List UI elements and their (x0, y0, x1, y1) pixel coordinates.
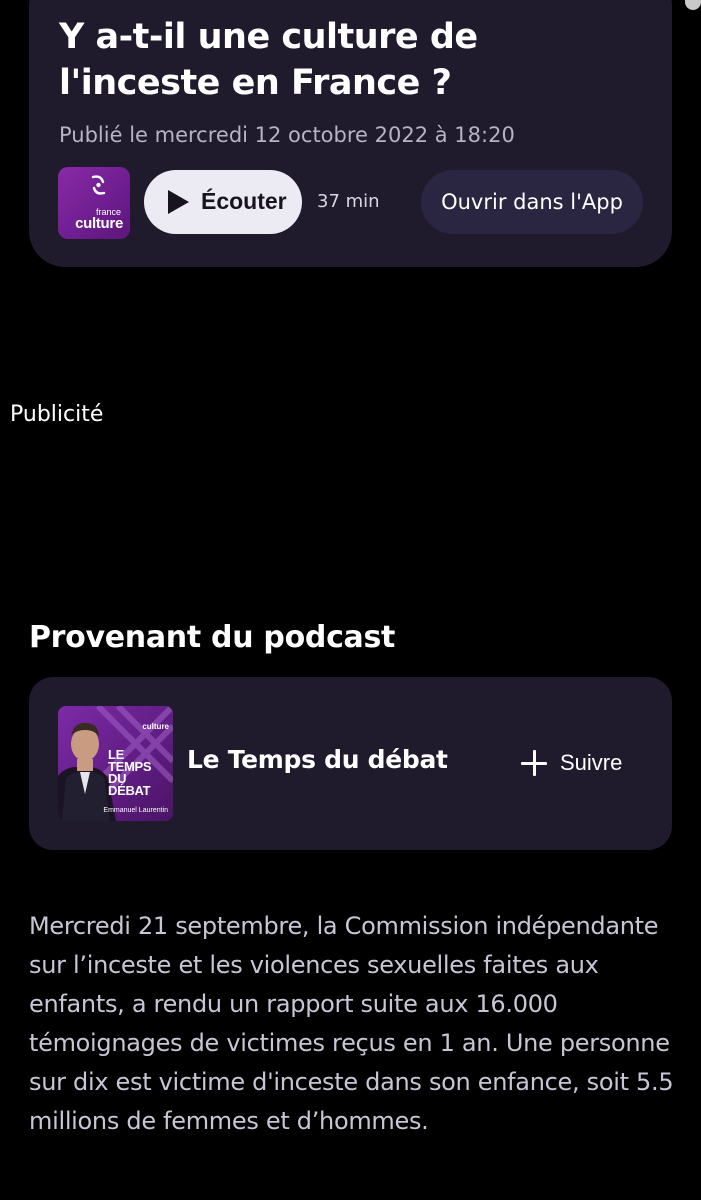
logo-big-text: culture (75, 215, 123, 232)
episode-card: Y a-t-il une culture de l'inceste en Fra… (29, 0, 672, 267)
scrollbar-thumb[interactable] (685, 0, 701, 10)
listen-button[interactable]: Écouter (144, 170, 302, 234)
follow-button[interactable]: Suivre (509, 735, 649, 791)
podcast-cover-image[interactable]: culture LE TEMPS DU DÉBAT Emmanuel Laure… (58, 706, 173, 821)
podcast-name-link[interactable]: Le Temps du débat (187, 745, 448, 774)
cover-brand-text: culture (142, 722, 169, 731)
cover-host-name: Emmanuel Laurentin (103, 807, 168, 814)
radio-wave-icon (91, 175, 106, 195)
podcast-card[interactable]: culture LE TEMPS DU DÉBAT Emmanuel Laure… (29, 677, 672, 850)
open-in-app-button[interactable]: Ouvrir dans l'App (421, 170, 643, 234)
station-logo[interactable]: france culture (58, 167, 130, 239)
cover-title-line: DÉBAT (108, 783, 151, 798)
play-icon (168, 190, 189, 214)
episode-title: Y a-t-il une culture de l'inceste en Fra… (59, 17, 478, 103)
episode-description: Mercredi 21 septembre, la Commission ind… (29, 912, 674, 1135)
podcast-section-title: Provenant du podcast (29, 620, 396, 655)
plus-icon (521, 750, 547, 776)
episode-duration: 37 min (317, 191, 380, 212)
publish-date: Publié le mercredi 12 octobre 2022 à 18:… (59, 123, 515, 147)
advertisement-label: Publicité (10, 402, 104, 427)
follow-label: Suivre (560, 750, 623, 775)
listen-label: Écouter (201, 188, 287, 214)
cover-title: LE TEMPS DU DÉBAT (108, 748, 152, 798)
